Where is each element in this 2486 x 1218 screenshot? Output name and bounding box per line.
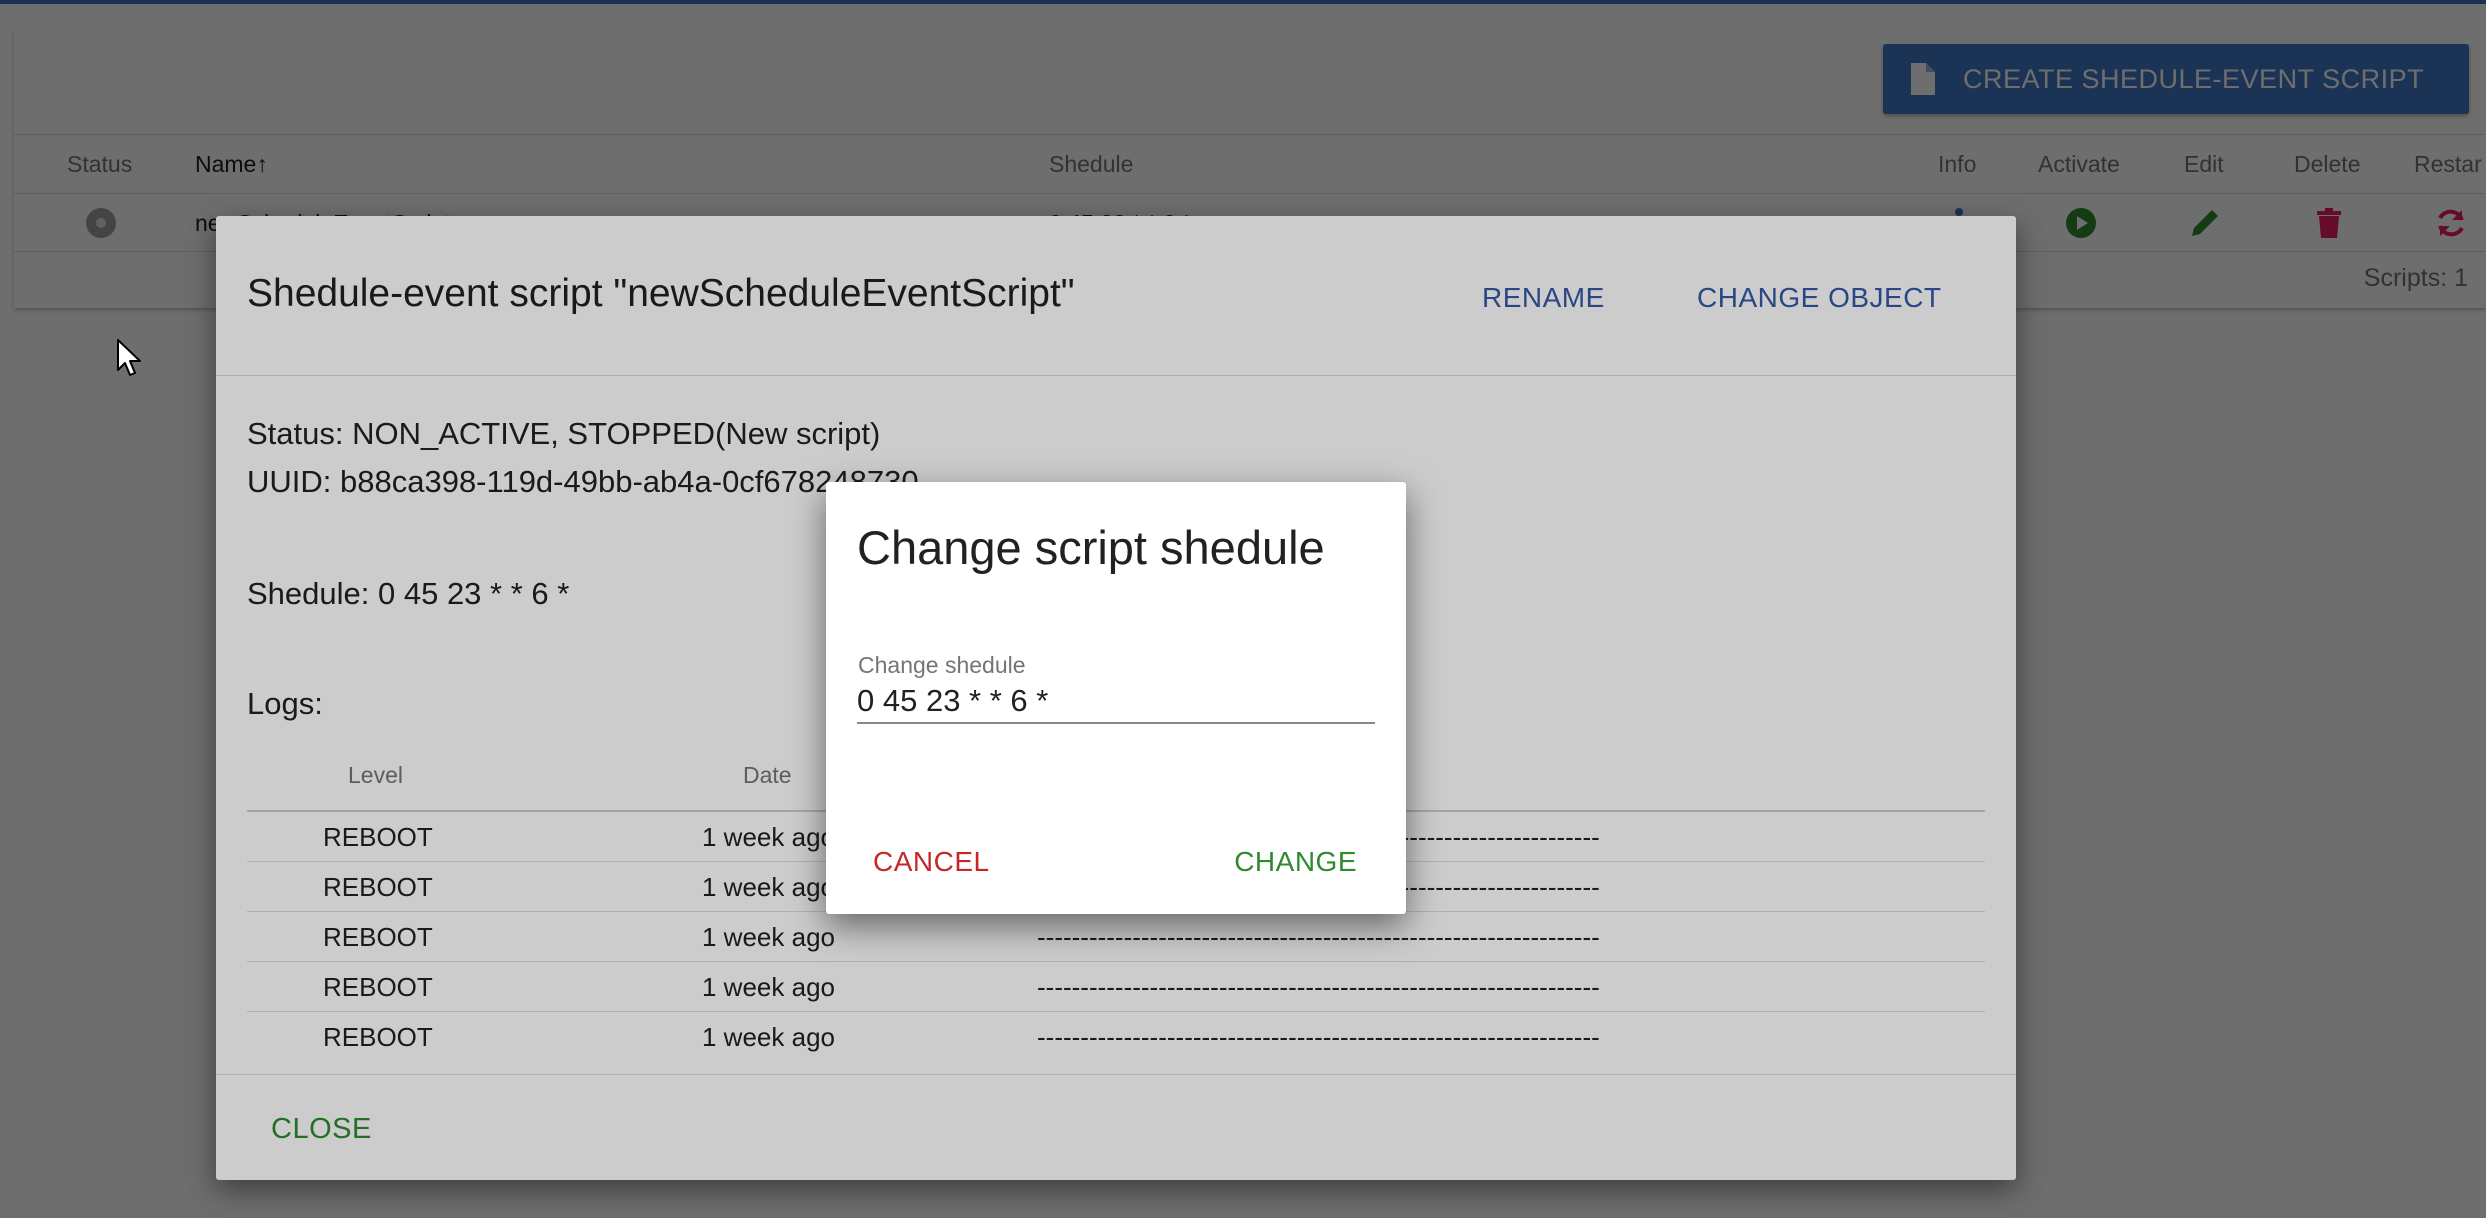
change-shedule-dialog: Change script shedule Change shedule CAN… bbox=[826, 482, 1406, 914]
change-button[interactable]: CHANGE bbox=[1234, 846, 1357, 878]
shedule-input[interactable] bbox=[857, 680, 1375, 724]
change-shedule-title: Change script shedule bbox=[857, 521, 1325, 574]
cancel-button[interactable]: CANCEL bbox=[873, 846, 990, 878]
change-shedule-label: Change shedule bbox=[858, 652, 1026, 678]
cursor-icon bbox=[117, 339, 141, 376]
